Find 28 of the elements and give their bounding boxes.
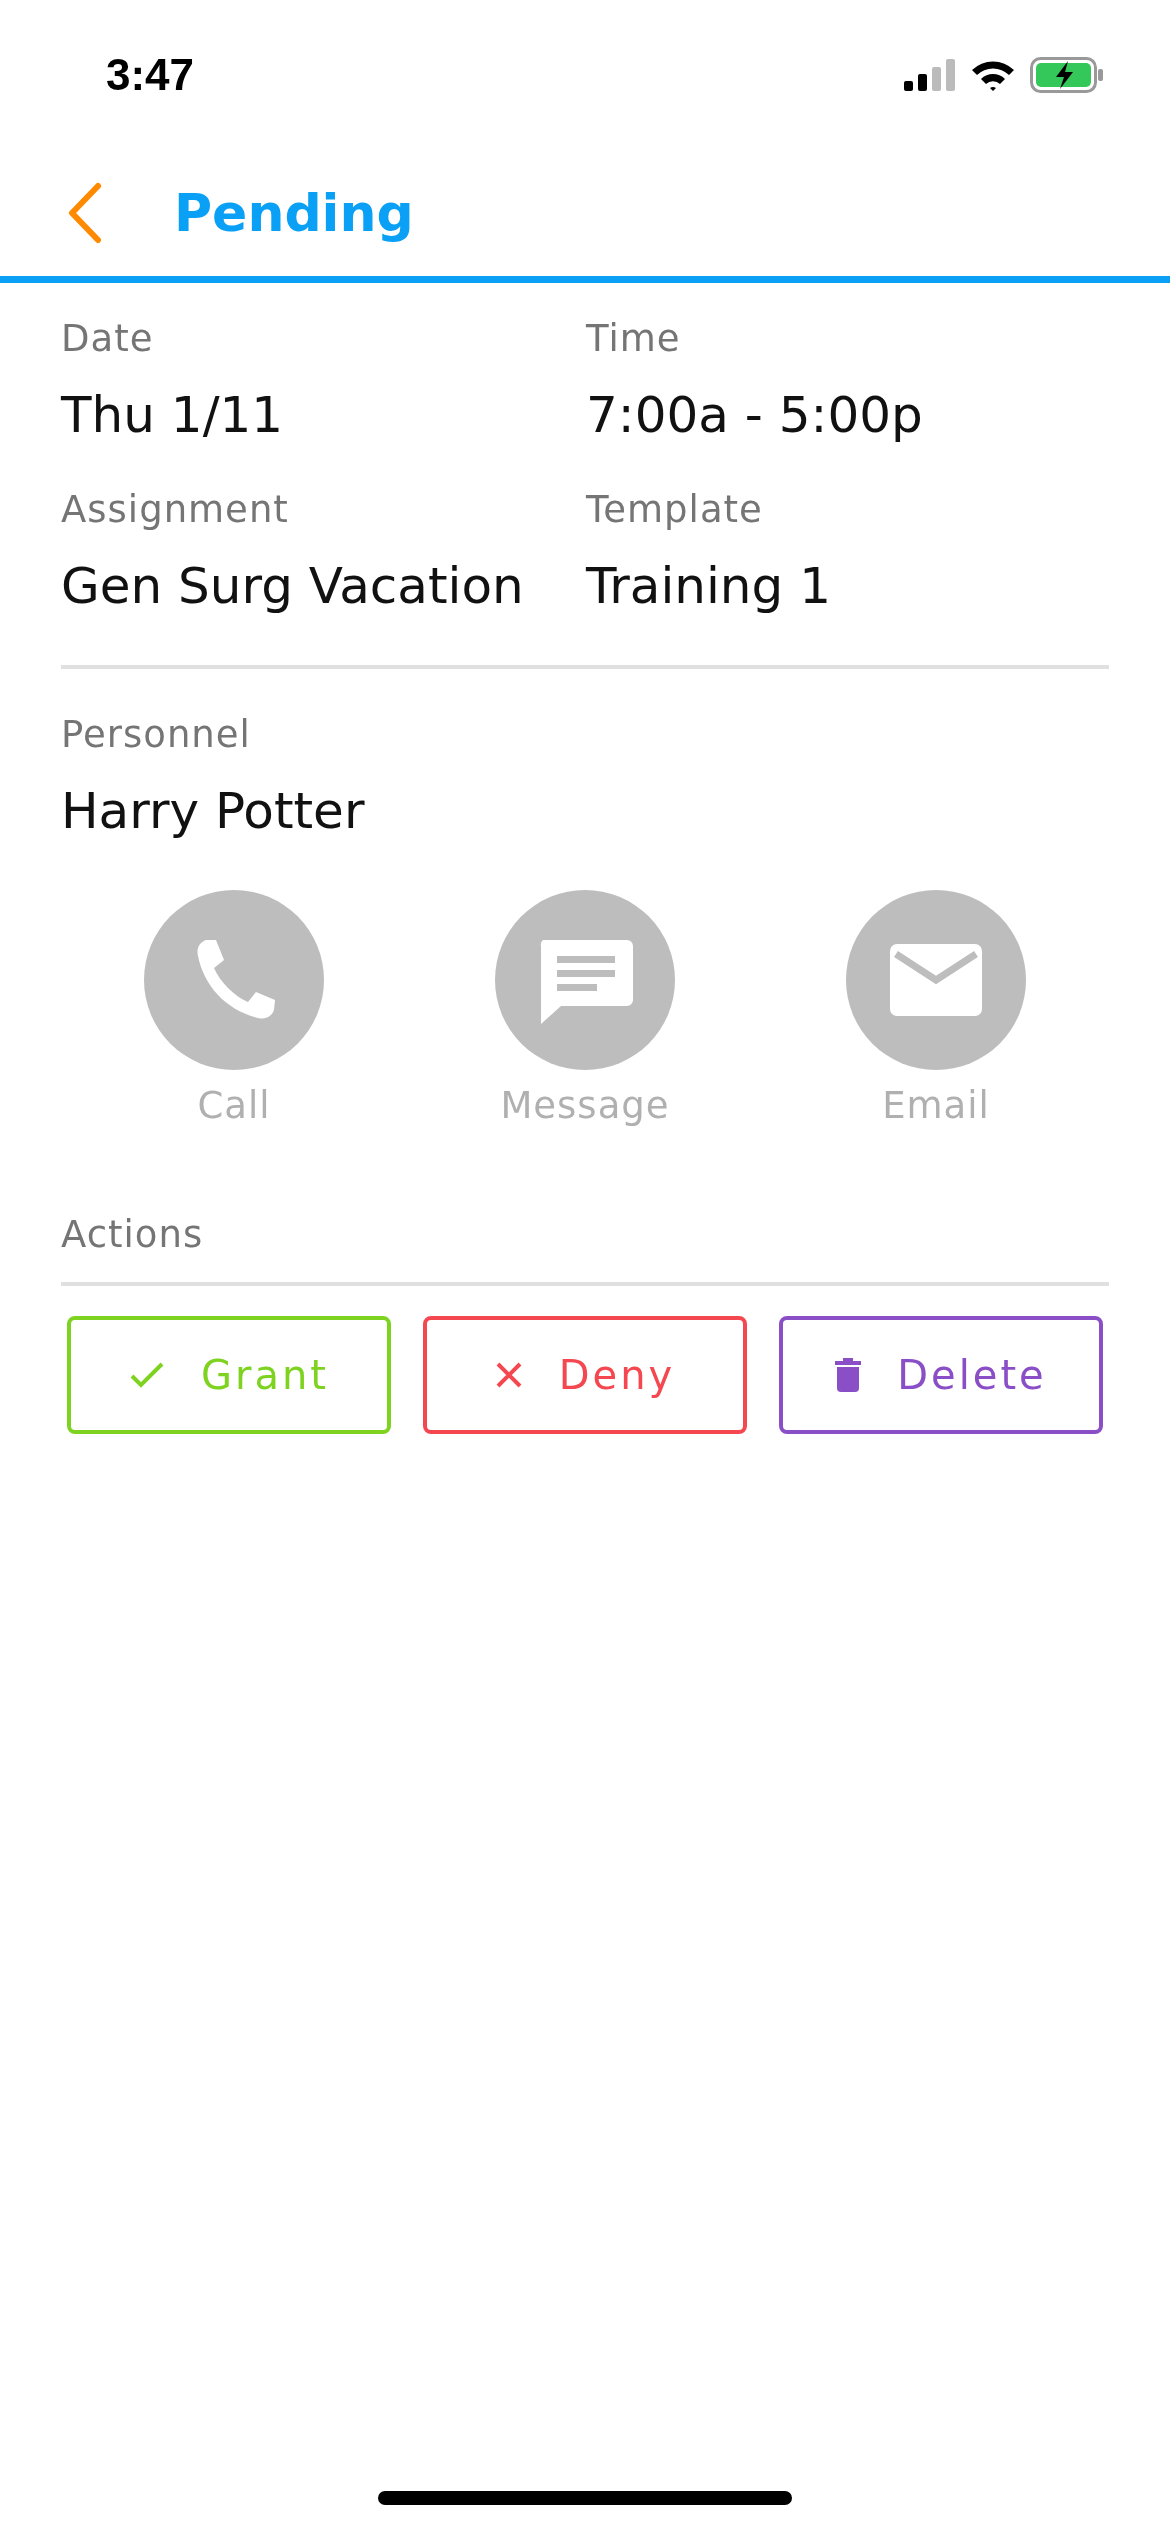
field-label: Assignment — [61, 488, 290, 531]
delete-button[interactable]: Delete — [779, 1316, 1103, 1434]
check-icon — [129, 1361, 165, 1389]
wifi-icon — [970, 58, 1016, 92]
battery-icon — [1030, 57, 1104, 93]
status-time: 3:47 — [106, 50, 195, 100]
email-icon[interactable] — [846, 890, 1026, 1070]
field-label: Personnel — [61, 713, 252, 756]
field-label: Date — [61, 317, 155, 360]
trash-icon — [835, 1358, 862, 1392]
contact-label: Message — [500, 1084, 670, 1127]
field-value: Training 1 — [586, 557, 832, 615]
phone-icon[interactable] — [144, 890, 324, 1070]
contact-label: Email — [882, 1084, 990, 1127]
deny-button[interactable]: Deny — [423, 1316, 747, 1434]
field-label: Time — [586, 317, 682, 360]
field-value: Gen Surg Vacation — [61, 557, 525, 615]
personnel-name: Harry Potter — [61, 782, 366, 840]
section-title: Actions — [61, 1213, 205, 1256]
message-icon[interactable] — [495, 890, 675, 1070]
close-icon — [494, 1361, 523, 1389]
grant-button[interactable]: Grant — [67, 1316, 391, 1434]
page-title: Pending — [174, 183, 414, 243]
field-label: Template — [586, 488, 764, 531]
signal-icon — [904, 59, 956, 91]
contact-label: Call — [197, 1084, 271, 1127]
field-value: 7:00a - 5:00p — [586, 386, 924, 444]
field-value: Thu 1/11 — [61, 386, 285, 444]
